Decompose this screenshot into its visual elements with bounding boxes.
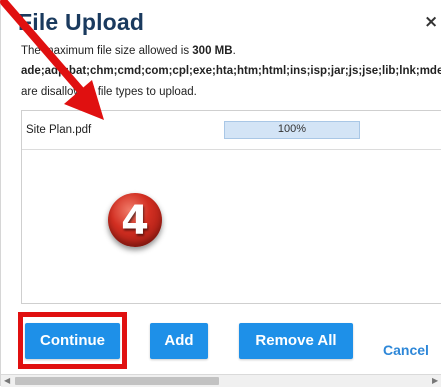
add-button[interactable]: Add (150, 323, 208, 359)
file-row: Site Plan.pdf 100% (22, 111, 441, 150)
file-name: Site Plan.pdf (26, 124, 92, 136)
scroll-right-arrow-icon[interactable]: ▶ (432, 375, 438, 387)
upload-progress-text: 100% (277, 123, 307, 135)
step-number: 4 (121, 198, 149, 244)
close-icon[interactable]: × (424, 12, 438, 32)
scroll-left-arrow-icon[interactable]: ◀ (4, 375, 10, 387)
horizontal-scrollbar[interactable]: ◀ ▶ (1, 374, 441, 387)
max-size-suffix: . (232, 45, 236, 57)
dialog-title: File Upload (18, 9, 145, 35)
file-list: Site Plan.pdf 100% (21, 110, 441, 304)
disallowed-note: are disallowed file types to upload. (21, 86, 197, 98)
cancel-link[interactable]: Cancel (383, 342, 429, 358)
step-number-badge: 4 (108, 193, 162, 247)
max-size-text: The maximum file size allowed is 300 MB. (21, 45, 236, 57)
continue-highlight-box (18, 312, 127, 369)
upload-progress-bar: 100% (224, 121, 360, 139)
max-size-prefix: The maximum file size allowed is (21, 45, 193, 57)
remove-all-button[interactable]: Remove All (239, 323, 353, 359)
scrollbar-thumb[interactable] (15, 377, 219, 385)
max-size-value: 300 MB (192, 45, 233, 57)
disallowed-extensions: ade;adp;bat;chm;cmd;com;cpl;exe;hta;htm;… (21, 65, 441, 77)
file-upload-dialog: File Upload × The maximum file size allo… (0, 0, 441, 387)
